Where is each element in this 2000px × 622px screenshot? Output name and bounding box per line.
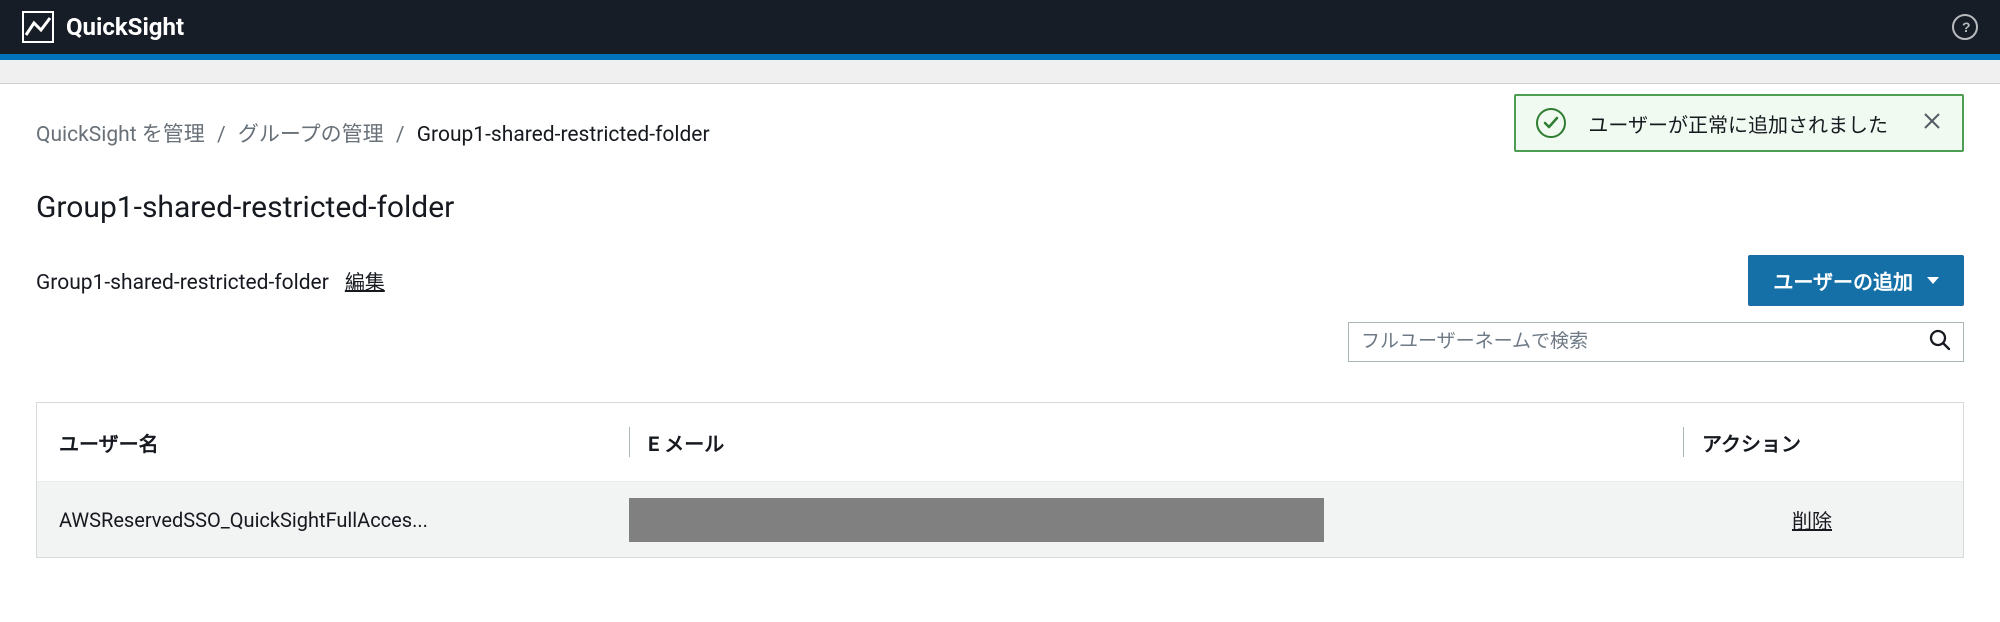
cell-username: AWSReservedSSO_QuickSightFullAcces... <box>59 508 629 532</box>
cell-action: 削除 <box>1683 505 1941 534</box>
search-input[interactable] <box>1361 331 1929 353</box>
sub-header-bar <box>0 60 2000 84</box>
breadcrumb-item-manage-groups[interactable]: グループの管理 <box>238 123 384 147</box>
add-user-button[interactable]: ユーザーの追加 <box>1748 255 1964 306</box>
delete-link[interactable]: 削除 <box>1792 509 1832 533</box>
app-header: QuickSight ? <box>0 0 2000 54</box>
redacted-email <box>629 498 1324 542</box>
breadcrumb-item-current: Group1-shared-restricted-folder <box>417 123 710 147</box>
brand-name: QuickSight <box>66 13 184 41</box>
brand[interactable]: QuickSight <box>22 11 184 43</box>
chevron-down-icon <box>1927 277 1939 284</box>
column-header-username: ユーザー名 <box>59 428 629 457</box>
users-table: ユーザー名 E メール アクション AWSReservedSSO_QuickSi… <box>36 402 1964 558</box>
edit-link[interactable]: 編集 <box>345 266 385 295</box>
group-description: Group1-shared-restricted-folder <box>36 271 329 295</box>
search-box[interactable] <box>1348 322 1964 362</box>
page-content: ユーザーが正常に追加されました QuickSight を管理 / グループの管理… <box>0 84 2000 558</box>
cell-email <box>629 498 1683 542</box>
search-icon[interactable] <box>1929 329 1951 356</box>
table-header: ユーザー名 E メール アクション <box>37 403 1963 481</box>
breadcrumb-item-manage-quicksight[interactable]: QuickSight を管理 <box>36 123 205 147</box>
toast-message: ユーザーが正常に追加されました <box>1588 109 1888 138</box>
quicksight-logo-icon <box>22 11 54 43</box>
column-header-email: E メール <box>629 427 1683 457</box>
breadcrumb-separator: / <box>217 123 226 147</box>
breadcrumb-separator: / <box>396 123 405 147</box>
add-user-label: ユーザーの追加 <box>1773 266 1913 295</box>
page-title: Group1-shared-restricted-folder <box>36 190 454 225</box>
close-icon[interactable] <box>1922 111 1942 136</box>
check-circle-icon <box>1536 108 1566 138</box>
success-toast: ユーザーが正常に追加されました <box>1514 94 1964 152</box>
column-header-action: アクション <box>1683 427 1941 457</box>
table-row: AWSReservedSSO_QuickSightFullAcces... 削除 <box>37 481 1963 557</box>
svg-text:?: ? <box>1962 19 1971 35</box>
help-icon[interactable]: ? <box>1952 14 1978 40</box>
